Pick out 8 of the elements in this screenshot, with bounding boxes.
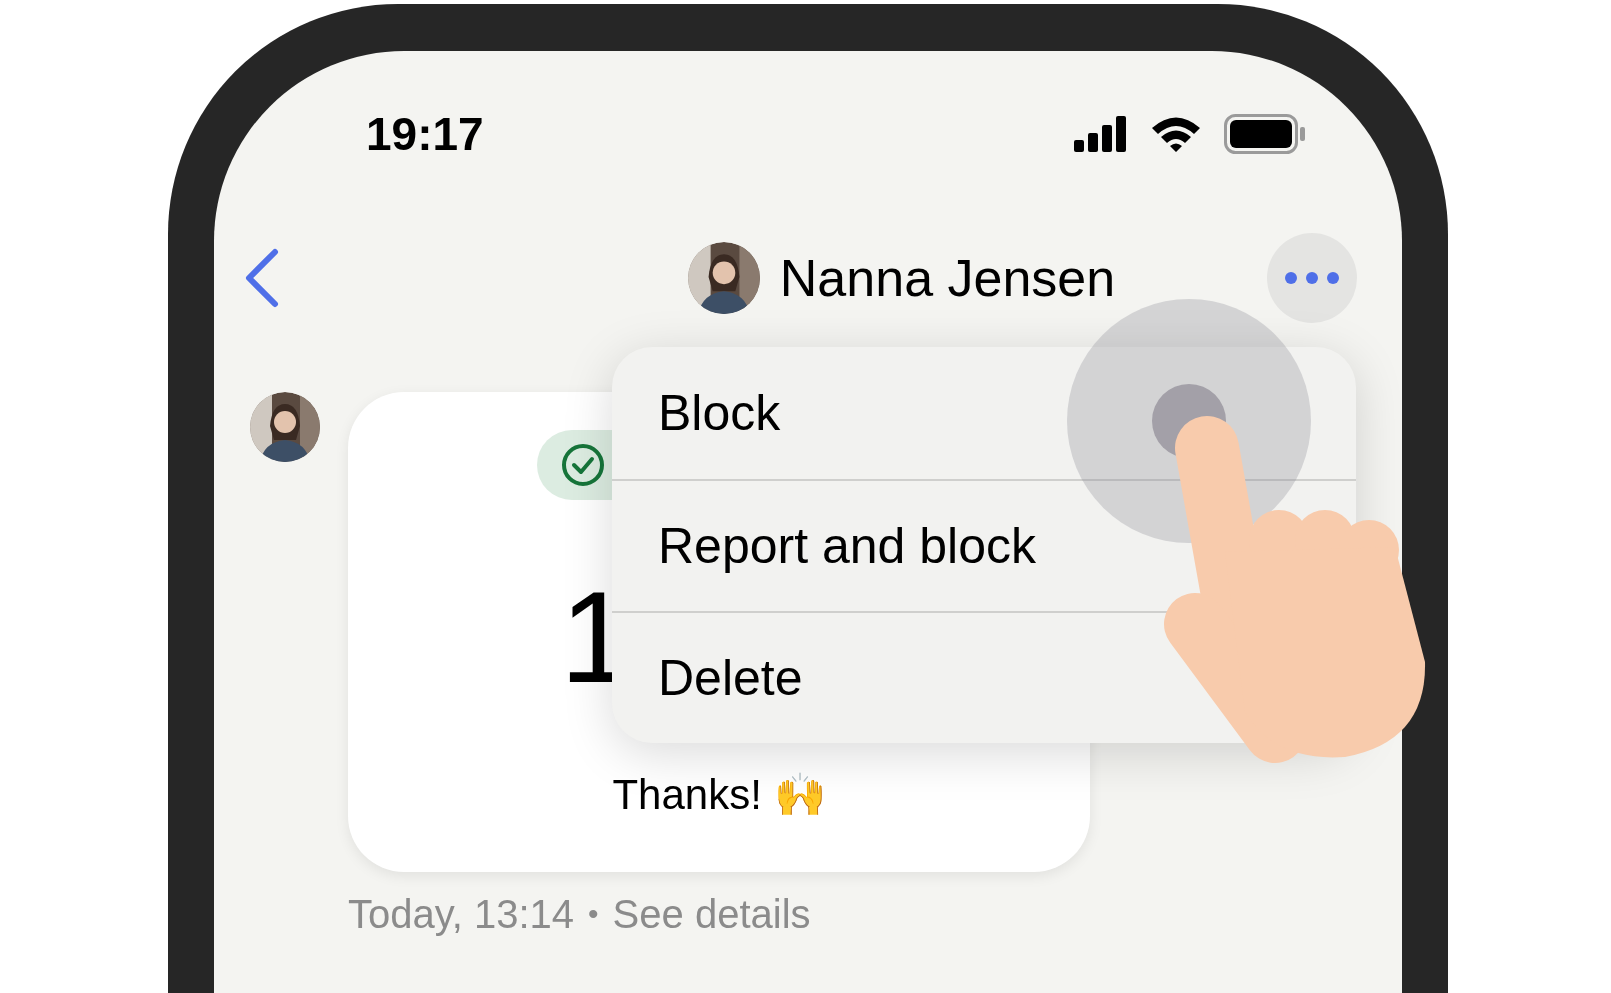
menu-item[interactable]: Delete xyxy=(612,613,1057,743)
menu-item[interactable]: Block xyxy=(612,347,1057,479)
contact-name: Nanna Jensen xyxy=(779,252,1116,304)
status-time: 19:17 xyxy=(366,111,484,157)
menu-item[interactable]: Report and block xyxy=(612,481,1057,611)
message-timestamp: Today, 13:14 xyxy=(348,894,575,934)
message-text: Thanks! 🙌 xyxy=(612,774,826,816)
separator-dot: • xyxy=(588,899,599,929)
